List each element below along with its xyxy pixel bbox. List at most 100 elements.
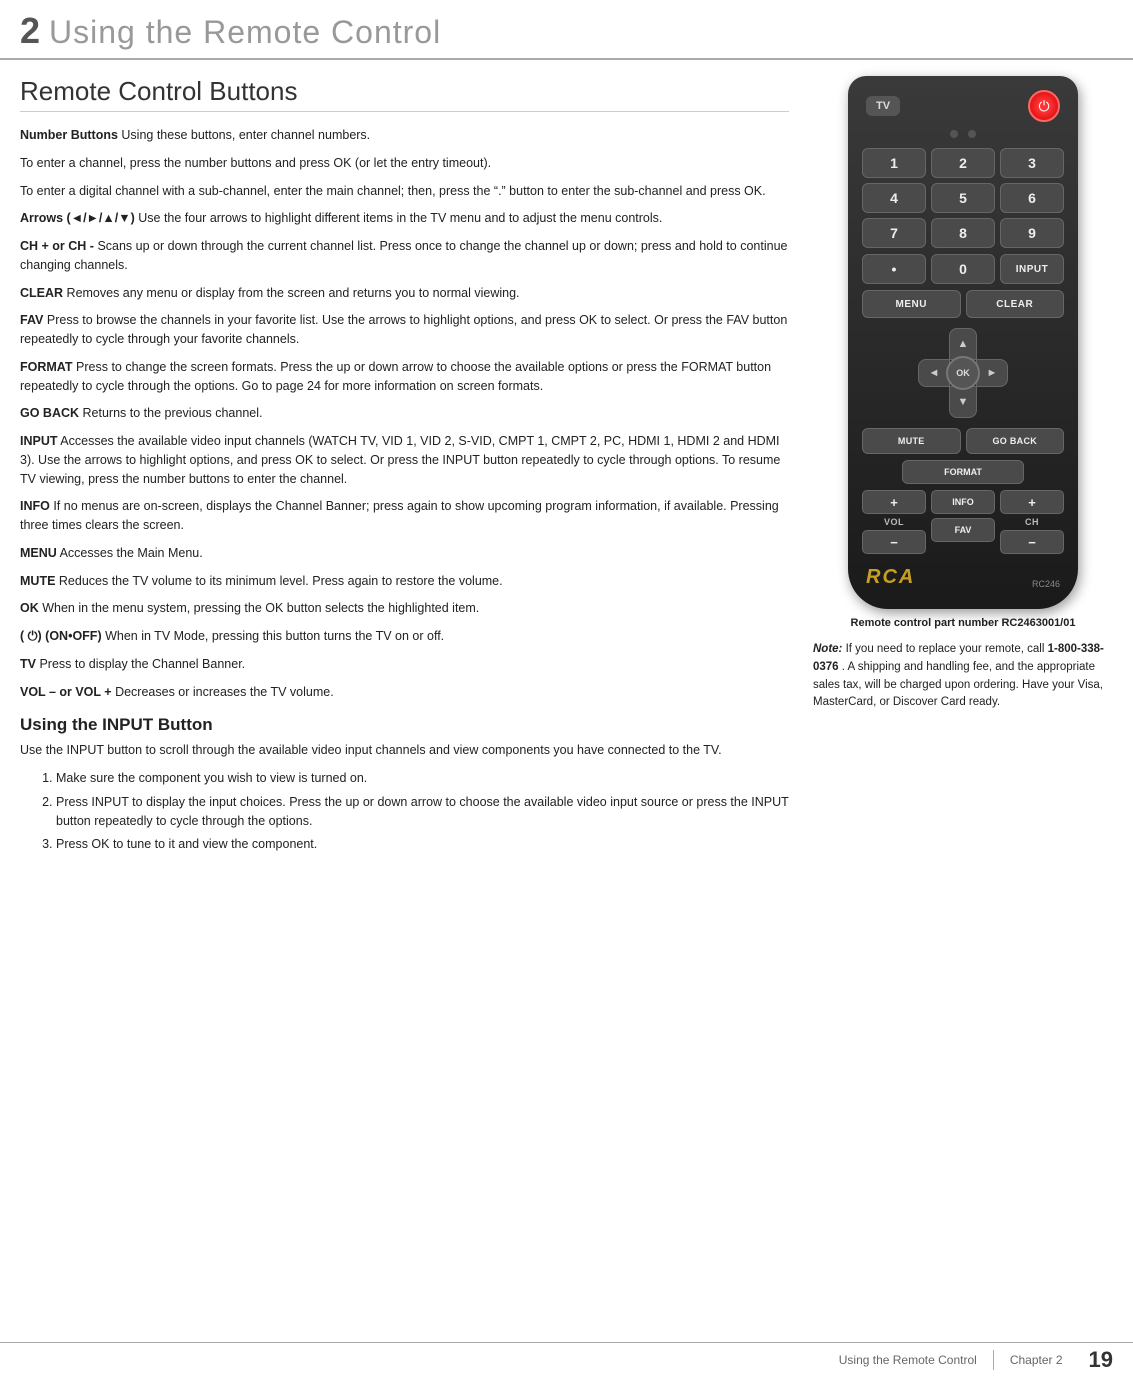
remote-control: TV ⏻ 1 2 3 4 5 6 7 8 9 [848, 76, 1078, 609]
sub-section-title: Using the INPUT Button [20, 715, 789, 735]
ch-col: + CH − [1000, 490, 1064, 554]
remote-caption: Remote control part number RC2463001/01 [851, 617, 1076, 629]
para-tv-bold: TV [20, 657, 36, 671]
input-steps-list: Make sure the component you wish to view… [38, 769, 789, 854]
para-ch: CH + or CH - Scans up or down through th… [20, 237, 789, 275]
btn-6[interactable]: 6 [1000, 183, 1064, 213]
remote-brand: RCA RC246 [862, 566, 1064, 589]
step-3: Press OK to tune to it and view the comp… [56, 835, 789, 854]
tv-button[interactable]: TV [866, 96, 900, 116]
power-button[interactable]: ⏻ [1028, 90, 1060, 122]
mute-button[interactable]: MUTE [862, 428, 961, 454]
para-number-buttons-text: Using these buttons, enter channel numbe… [118, 128, 370, 142]
menu-clear-row: MENU CLEAR [862, 290, 1064, 318]
remote-wrapper: TV ⏻ 1 2 3 4 5 6 7 8 9 [813, 76, 1113, 712]
vol-plus-button[interactable]: + [862, 490, 926, 514]
input-button[interactable]: INPUT [1000, 254, 1064, 284]
para-fav: FAV Press to browse the channels in your… [20, 311, 789, 349]
btn-9[interactable]: 9 [1000, 218, 1064, 248]
btn-0[interactable]: 0 [931, 254, 995, 284]
note-text-2: . A shipping and handling fee, and the a… [813, 661, 1103, 709]
clear-button[interactable]: CLEAR [966, 290, 1065, 318]
format-button[interactable]: FORMAT [902, 460, 1023, 484]
page-number: 19 [1089, 1347, 1113, 1373]
para-number-buttons-3: To enter a digital channel with a sub-ch… [20, 182, 789, 201]
btn-1[interactable]: 1 [862, 148, 926, 178]
btn-7[interactable]: 7 [862, 218, 926, 248]
note-label: Note: [813, 643, 842, 655]
footer-divider [993, 1350, 994, 1370]
note-box: Note: If you need to replace your remote… [813, 641, 1113, 712]
para-mute: MUTE Reduces the TV volume to its minimu… [20, 572, 789, 591]
page-footer: Using the Remote Control Chapter 2 19 [0, 1342, 1133, 1376]
dot-1 [950, 130, 958, 138]
btn-4[interactable]: 4 [862, 183, 926, 213]
fav-button[interactable]: FAV [931, 518, 995, 542]
para-clear-bold: CLEAR [20, 286, 63, 300]
section-title: Remote Control Buttons [20, 76, 789, 112]
remote-top-row: TV ⏻ [862, 90, 1064, 122]
vol-minus-button[interactable]: − [862, 530, 926, 554]
remote-dots [862, 130, 1064, 138]
para-number-buttons-bold: Number Buttons [20, 128, 118, 142]
dpad-container: ▲ ▼ ◄ ► OK [862, 328, 1064, 418]
step-1: Make sure the component you wish to view… [56, 769, 789, 788]
vol-label: VOL [884, 517, 904, 527]
para-fav-bold: FAV [20, 313, 43, 327]
para-format-bold: FORMAT [20, 360, 73, 374]
para-arrows: Arrows (◄/►/▲/▼) Use the four arrows to … [20, 209, 789, 228]
footer-chapter-label: Chapter 2 [1010, 1353, 1063, 1367]
para-clear: CLEAR Removes any menu or display from t… [20, 284, 789, 303]
sub-section-intro: Use the INPUT button to scroll through t… [20, 741, 789, 760]
para-vol-bold: VOL – or VOL + [20, 685, 112, 699]
step-2: Press INPUT to display the input choices… [56, 793, 789, 831]
para-goback-bold: GO BACK [20, 406, 79, 420]
main-content: Remote Control Buttons Number Buttons Us… [0, 76, 1133, 862]
btn-dot[interactable]: • [862, 254, 926, 284]
para-mute-bold: MUTE [20, 574, 55, 588]
chapter-number: 2 [20, 10, 41, 51]
controls-row: + VOL − INFO FAV + CH − [862, 490, 1064, 554]
rca-logo: RCA [866, 566, 915, 589]
btn-5[interactable]: 5 [931, 183, 995, 213]
ch-minus-button[interactable]: − [1000, 530, 1064, 554]
ch-plus-button[interactable]: + [1000, 490, 1064, 514]
page-header: 2Using the Remote Control [0, 0, 1133, 60]
para-power-bold: ( ⏻) (ON•OFF) [20, 629, 102, 643]
dot-2 [968, 130, 976, 138]
para-info: INFO If no menus are on-screen, displays… [20, 497, 789, 535]
para-menu-bold: MENU [20, 546, 57, 560]
chapter-heading: 2Using the Remote Control [20, 10, 1113, 52]
para-tv: TV Press to display the Channel Banner. [20, 655, 789, 674]
menu-button[interactable]: MENU [862, 290, 961, 318]
ok-button[interactable]: OK [946, 356, 980, 390]
para-ok: OK When in the menu system, pressing the… [20, 599, 789, 618]
btn-8[interactable]: 8 [931, 218, 995, 248]
bottom-num-row: • 0 INPUT [862, 254, 1064, 284]
footer-left-text: Using the Remote Control [839, 1353, 977, 1367]
number-grid: 1 2 3 4 5 6 7 8 9 [862, 148, 1064, 248]
note-text-1: If you need to replace your remote, call [846, 643, 1048, 655]
dpad-down[interactable]: ▼ [949, 386, 977, 418]
para-menu: MENU Accesses the Main Menu. [20, 544, 789, 563]
para-arrows-bold: Arrows (◄/►/▲/▼) [20, 211, 135, 225]
para-number-buttons: Number Buttons Using these buttons, ente… [20, 126, 789, 145]
btn-2[interactable]: 2 [931, 148, 995, 178]
dpad-right[interactable]: ► [976, 359, 1008, 387]
para-number-buttons-2: To enter a channel, press the number but… [20, 154, 789, 173]
right-column: TV ⏻ 1 2 3 4 5 6 7 8 9 [813, 76, 1113, 862]
para-input: INPUT Accesses the available video input… [20, 432, 789, 488]
para-goback: GO BACK Returns to the previous channel. [20, 404, 789, 423]
para-ok-bold: OK [20, 601, 39, 615]
goback-button[interactable]: GO BACK [966, 428, 1065, 454]
para-format: FORMAT Press to change the screen format… [20, 358, 789, 396]
info-button[interactable]: INFO [931, 490, 995, 514]
left-column: Remote Control Buttons Number Buttons Us… [20, 76, 789, 862]
btn-3[interactable]: 3 [1000, 148, 1064, 178]
vol-col: + VOL − [862, 490, 926, 554]
info-fav-col: INFO FAV [931, 490, 995, 554]
model-number: RC246 [1032, 579, 1060, 589]
para-vol: VOL – or VOL + Decreases or increases th… [20, 683, 789, 702]
para-info-bold: INFO [20, 499, 50, 513]
ch-label: CH [1025, 517, 1039, 527]
